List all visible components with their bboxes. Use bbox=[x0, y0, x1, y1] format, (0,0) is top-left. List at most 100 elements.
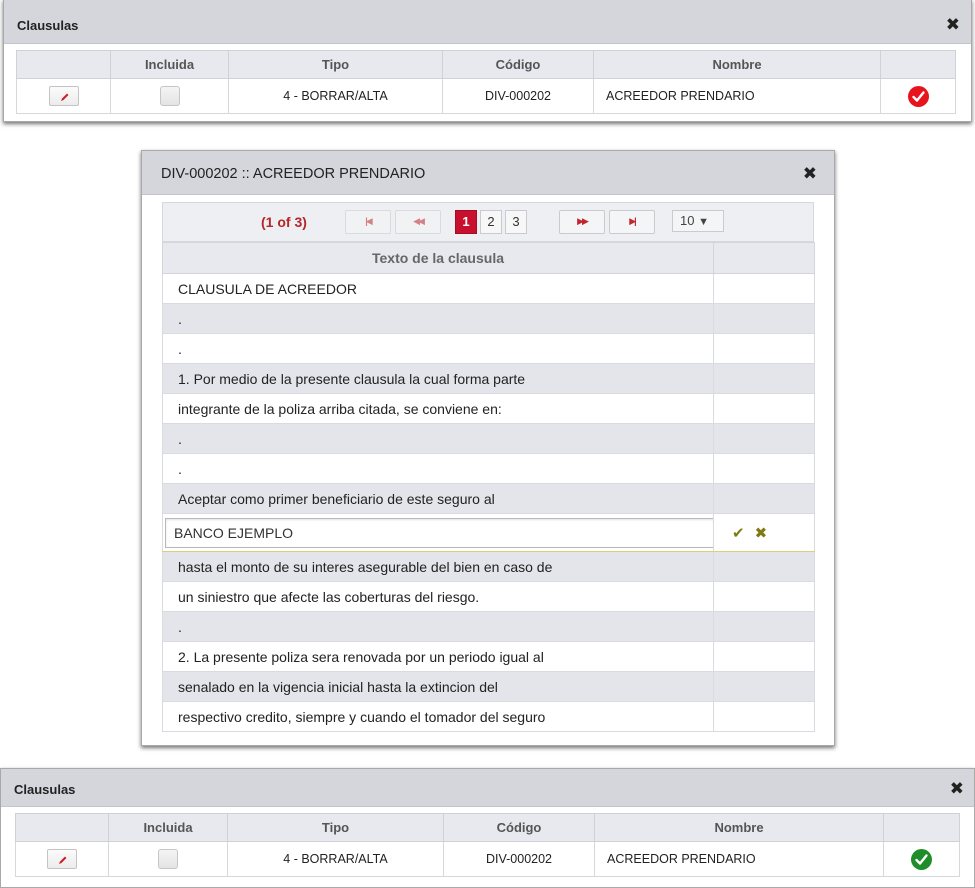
text-cell[interactable]: 1. Por medio de la presente clausula la … bbox=[162, 363, 714, 394]
text-cell[interactable]: . bbox=[162, 303, 714, 334]
page-2-button[interactable]: 2 bbox=[480, 210, 502, 234]
table-row[interactable]: . bbox=[162, 333, 815, 364]
prev-page-icon: ◀◀ bbox=[413, 216, 425, 226]
actions-cell bbox=[713, 273, 815, 304]
actions-cell bbox=[713, 453, 815, 484]
actions-cell bbox=[713, 333, 815, 364]
text-cell[interactable]: . bbox=[162, 333, 714, 364]
table-row[interactable]: senalado en la vigencia inicial hasta la… bbox=[162, 671, 815, 702]
column-header-actions bbox=[713, 242, 815, 274]
modal-header: DIV-000202 :: ACREEDOR PRENDARIO ✖ bbox=[142, 151, 834, 195]
table-row[interactable]: 2. La presente poliza sera renovada por … bbox=[162, 641, 815, 672]
column-header-actions bbox=[16, 50, 111, 79]
table-row[interactable]: hasta el monto de su interes asegurable … bbox=[162, 551, 815, 582]
column-header-texto[interactable]: Texto de la clausula bbox=[162, 242, 714, 274]
page-1-button[interactable]: 1 bbox=[455, 210, 477, 234]
tipo-cell: 4 - BORRAR/ALTA bbox=[228, 78, 443, 114]
tipo-cell: 4 - BORRAR/ALTA bbox=[227, 841, 444, 877]
close-icon[interactable]: ✖ bbox=[755, 524, 768, 542]
table-row[interactable]: 4 - BORRAR/ALTA DIV-000202 ACREEDOR PREN… bbox=[16, 78, 956, 114]
column-header-nombre[interactable]: Nombre bbox=[593, 50, 881, 79]
clausulas-panel-bottom: Clausulas ✖ Incluida Tipo Código Nombre bbox=[0, 768, 975, 888]
text-cell[interactable]: senalado en la vigencia inicial hasta la… bbox=[162, 671, 714, 702]
table-row[interactable]: . bbox=[162, 423, 815, 454]
edit-button[interactable] bbox=[48, 86, 79, 106]
table-header-row: Incluida Tipo Código Nombre bbox=[16, 50, 956, 79]
table-row[interactable]: . bbox=[162, 303, 815, 334]
first-page-button[interactable]: |◀ bbox=[345, 210, 391, 234]
page-3-button[interactable]: 3 bbox=[505, 210, 527, 234]
close-icon[interactable]: ✖ bbox=[946, 16, 960, 33]
codigo-cell: DIV-000202 bbox=[442, 78, 594, 114]
table-row[interactable]: respectivo credito, siempre y cuando el … bbox=[162, 701, 815, 732]
table-header-row: Texto de la clausula bbox=[162, 242, 815, 274]
table-row[interactable]: un siniestro que afecte las coberturas d… bbox=[162, 581, 815, 612]
status-check-icon bbox=[911, 848, 932, 870]
actions-cell bbox=[713, 641, 815, 672]
incluida-checkbox[interactable] bbox=[159, 86, 180, 106]
pencil-icon bbox=[59, 856, 67, 864]
text-cell[interactable]: Aceptar como primer beneficiario de este… bbox=[162, 483, 714, 514]
clausulas-panel-top: Clausulas ✖ Incluida Tipo Código Nombre bbox=[3, 0, 972, 122]
text-cell[interactable]: . bbox=[162, 453, 714, 484]
table-row[interactable]: Aceptar como primer beneficiario de este… bbox=[162, 483, 815, 514]
column-header-nombre[interactable]: Nombre bbox=[594, 813, 884, 842]
nombre-cell: ACREEDOR PRENDARIO bbox=[593, 78, 881, 114]
table-row[interactable]: integrante de la poliza arriba citada, s… bbox=[162, 393, 815, 424]
column-header-codigo[interactable]: Código bbox=[443, 813, 595, 842]
paginator: (1 of 3) |◀ ◀◀ 1 2 3 ▶▶ ▶| 10 ▼ bbox=[162, 202, 814, 242]
codigo-cell: DIV-000202 bbox=[443, 841, 595, 877]
page-count: (1 of 3) bbox=[261, 214, 307, 230]
prev-page-button[interactable]: ◀◀ bbox=[395, 210, 441, 234]
column-header-incluida[interactable]: Incluida bbox=[108, 813, 228, 842]
table-row[interactable]: 4 - BORRAR/ALTA DIV-000202 ACREEDOR PREN… bbox=[15, 841, 960, 877]
panel-header: Clausulas ✖ bbox=[1, 769, 974, 807]
next-page-button[interactable]: ▶▶ bbox=[559, 210, 605, 234]
close-icon[interactable]: ✖ bbox=[803, 165, 817, 182]
modal-title: DIV-000202 :: ACREEDOR PRENDARIO bbox=[161, 166, 426, 182]
close-icon[interactable]: ✖ bbox=[950, 780, 964, 797]
column-header-tipo[interactable]: Tipo bbox=[228, 50, 443, 79]
row-edit-actions: ✔ ✖ bbox=[713, 513, 815, 552]
text-cell[interactable]: CLAUSULA DE ACREEDOR bbox=[162, 273, 714, 304]
page-size-select[interactable]: 10 ▼ bbox=[672, 210, 724, 232]
actions-cell bbox=[713, 611, 815, 642]
check-icon[interactable]: ✔ bbox=[732, 524, 745, 542]
table-row[interactable]: CLAUSULA DE ACREEDOR bbox=[162, 273, 815, 304]
text-cell[interactable]: . bbox=[162, 611, 714, 642]
table-row[interactable]: . bbox=[162, 611, 815, 642]
column-header-codigo[interactable]: Código bbox=[442, 50, 594, 79]
last-page-icon: ▶| bbox=[629, 216, 636, 226]
clausulas-table: Incluida Tipo Código Nombre 4 - BORRAR/A… bbox=[15, 813, 960, 877]
column-header-tipo[interactable]: Tipo bbox=[227, 813, 444, 842]
actions-cell bbox=[713, 423, 815, 454]
table-row[interactable]: 1. Por medio de la presente clausula la … bbox=[162, 363, 815, 394]
edit-button[interactable] bbox=[47, 849, 77, 869]
column-header-incluida[interactable]: Incluida bbox=[110, 50, 229, 79]
actions-cell bbox=[713, 483, 815, 514]
panel-header: Clausulas ✖ bbox=[4, 0, 971, 44]
page-size-value: 10 bbox=[680, 213, 695, 228]
clausula-text-input[interactable] bbox=[165, 517, 713, 548]
status-cell bbox=[880, 78, 956, 114]
actions-cell bbox=[713, 551, 815, 582]
status-cell bbox=[883, 841, 960, 877]
column-header-status bbox=[880, 50, 956, 79]
last-page-button[interactable]: ▶| bbox=[609, 210, 655, 234]
text-cell[interactable]: 2. La presente poliza sera renovada por … bbox=[162, 641, 714, 672]
incluida-checkbox[interactable] bbox=[158, 849, 178, 869]
text-cell[interactable]: un siniestro que afecte las coberturas d… bbox=[162, 581, 714, 612]
chevron-down-icon: ▼ bbox=[698, 216, 709, 228]
actions-cell bbox=[713, 303, 815, 334]
text-edit-cell bbox=[162, 513, 714, 552]
text-cell[interactable]: respectivo credito, siempre y cuando el … bbox=[162, 701, 714, 732]
actions-cell bbox=[713, 701, 815, 732]
text-cell[interactable]: . bbox=[162, 423, 714, 454]
actions-cell bbox=[16, 78, 111, 114]
table-row-editing[interactable]: ✔✖ bbox=[162, 513, 815, 552]
table-row[interactable]: . bbox=[162, 453, 815, 484]
text-cell[interactable]: hasta el monto de su interes asegurable … bbox=[162, 551, 714, 582]
incluida-cell bbox=[110, 78, 229, 114]
clausula-text-modal: DIV-000202 :: ACREEDOR PRENDARIO ✖ (1 of… bbox=[141, 150, 835, 746]
text-cell[interactable]: integrante de la poliza arriba citada, s… bbox=[162, 393, 714, 424]
